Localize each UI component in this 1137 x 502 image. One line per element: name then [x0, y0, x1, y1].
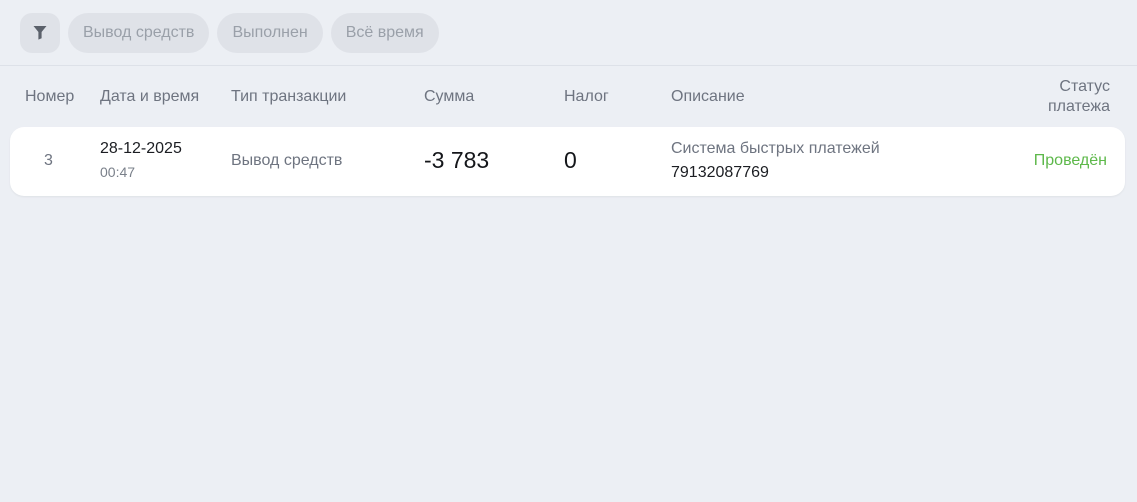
header-sum[interactable]: Сумма: [424, 88, 474, 106]
header-type[interactable]: Тип транзакции: [231, 88, 346, 106]
row-date: 28-12-2025: [100, 140, 182, 157]
table-row[interactable]: 3 28-12-2025 00:47 Вывод средств -3 783 …: [10, 127, 1125, 196]
header-status-line2: платежа: [1047, 98, 1110, 115]
row-account: 79132087769: [671, 164, 769, 181]
transactions-page: Вывод средств Выполнен Всё время Номер Д…: [0, 0, 1137, 502]
filter-chip-period[interactable]: Всё время: [330, 12, 439, 53]
filter-funnel-icon: [33, 26, 47, 40]
row-sum: -3 783: [424, 147, 490, 173]
header-number[interactable]: Номер: [25, 88, 74, 106]
header-datetime[interactable]: Дата и время: [100, 88, 199, 106]
header-status[interactable]: Статус платежа: [1048, 77, 1110, 117]
row-time: 00:47: [100, 164, 136, 180]
row-tax: 0: [564, 147, 577, 173]
header-description[interactable]: Описание: [671, 88, 745, 106]
table-header: Номер Дата и время Тип транзакции Сумма …: [0, 67, 1137, 127]
filter-chip-status[interactable]: Выполнен: [217, 12, 323, 53]
filter-chip-type[interactable]: Вывод средств: [68, 12, 210, 53]
row-description: Система быстрых платежей: [671, 140, 880, 157]
status-badge: Проведён: [1033, 152, 1107, 169]
header-status-line1: Статус: [1059, 78, 1110, 95]
filter-button[interactable]: [20, 12, 60, 53]
row-type: Вывод средств: [231, 152, 343, 169]
header-tax[interactable]: Налог: [564, 88, 609, 106]
row-number: 3: [44, 152, 53, 169]
filter-bar: Вывод средств Выполнен Всё время: [0, 0, 1137, 66]
